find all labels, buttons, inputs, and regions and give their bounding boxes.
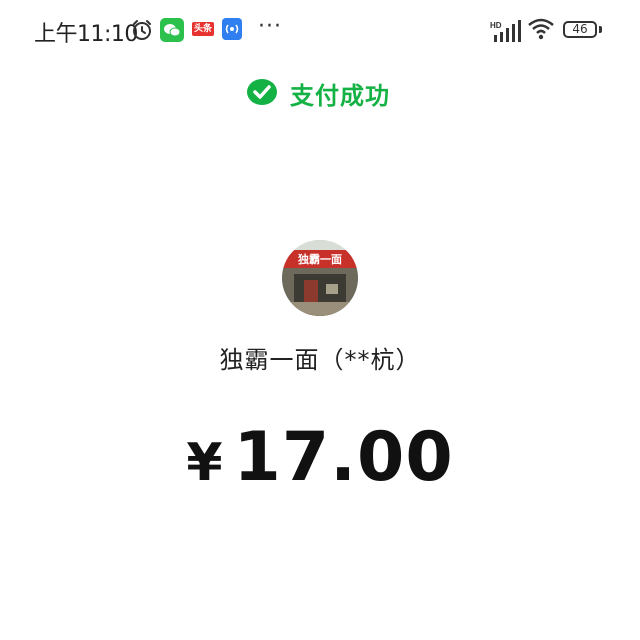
clock-time: 上午11:10 [34,22,138,47]
payment-amount: ¥17.00 [0,418,640,497]
success-title: 支付成功 [290,81,390,110]
merchant-avatar: 独霸一面 [282,240,358,316]
currency-symbol: ¥ [186,433,224,493]
wifi-icon [528,18,554,40]
merchant-name: 独霸一面（**杭） [219,346,421,374]
battery-tip [599,26,602,33]
payment-success-header: 支付成功 [246,77,390,110]
success-check-icon [247,79,277,105]
broadcast-notification-icon [222,18,242,40]
amount-value: 17.00 [233,418,454,497]
alarm-clock-icon [133,20,151,40]
toutiao-notification-icon: 头条 [192,22,214,36]
battery-indicator: 46 [563,21,597,38]
shop-sign-text: 独霸一面 [297,252,342,266]
signal-hd-icon: HD [490,20,521,42]
wechat-notification-icon [160,18,184,42]
more-notifications-icon: ··· [258,14,282,39]
svg-text:HD: HD [490,21,502,30]
status-bar: 上午11:10 头条 ··· HD 46 [0,0,640,60]
